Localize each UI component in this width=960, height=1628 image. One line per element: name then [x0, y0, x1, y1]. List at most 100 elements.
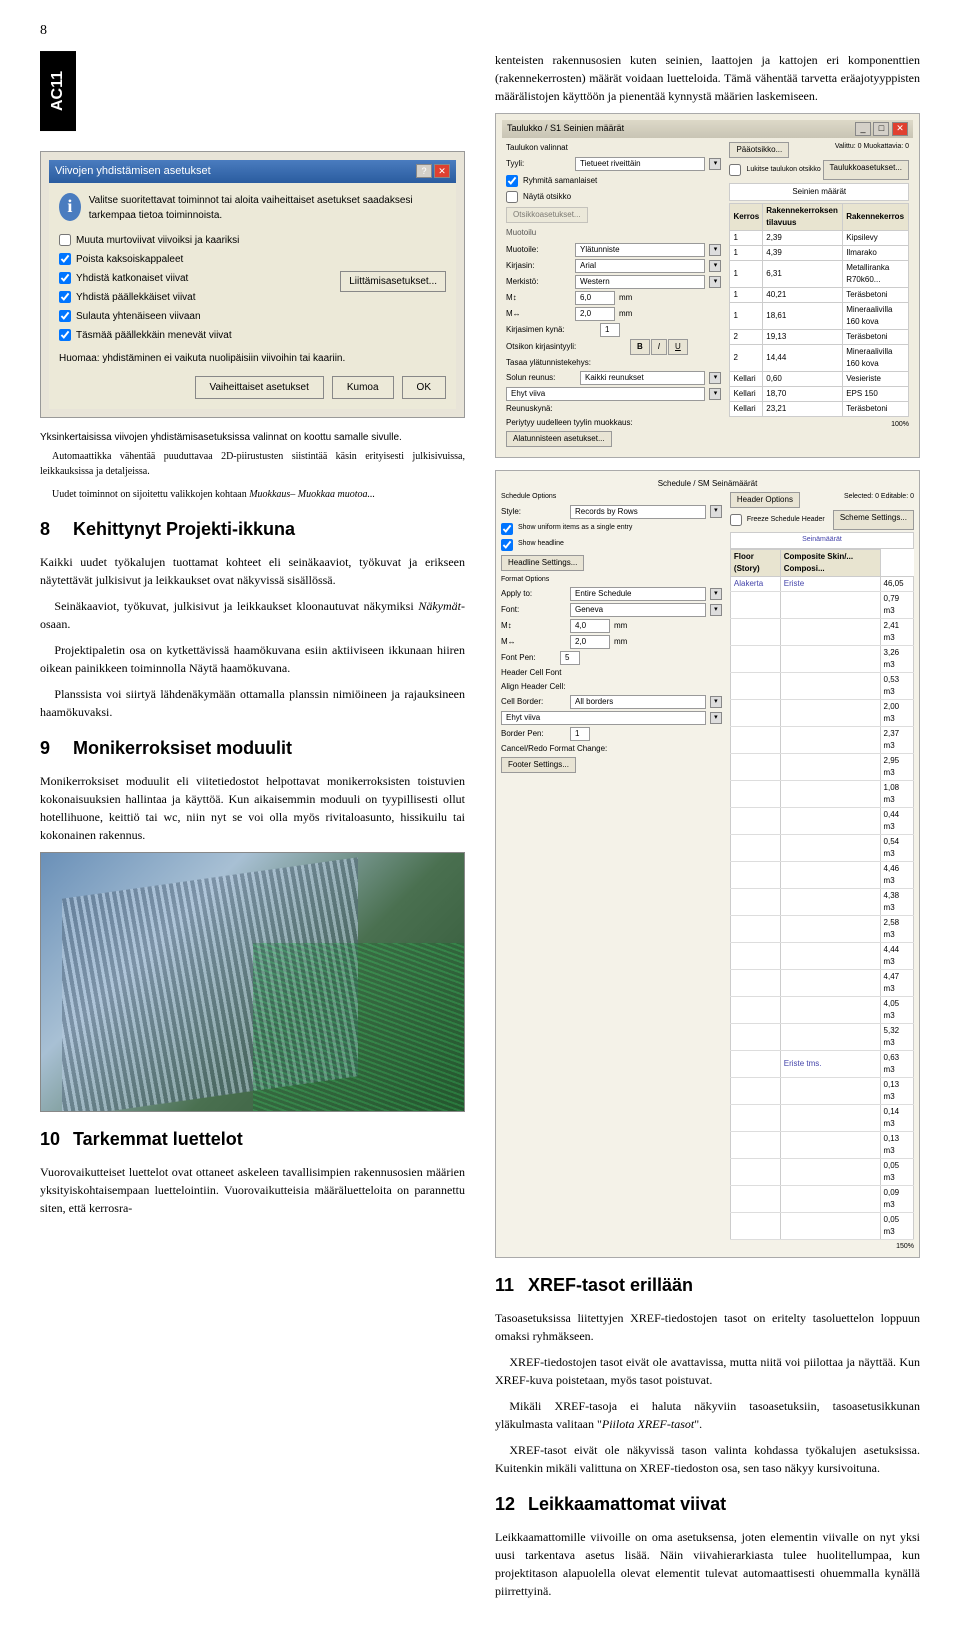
underline-button[interactable]: U: [668, 339, 688, 355]
help-icon[interactable]: ?: [416, 164, 432, 178]
schedule-table: Floor (Story)Composite Skin/... Composi.…: [730, 549, 914, 1240]
paaotsikko-button[interactable]: Pääotsikko...: [729, 142, 789, 158]
checkbox-show-headline[interactable]: [501, 539, 513, 551]
table-row: 2,37 m3: [730, 726, 913, 753]
m2-label: M↔: [501, 636, 566, 648]
chevron-down-icon[interactable]: ▾: [709, 372, 721, 385]
kirjasin-label: Kirjasin:: [506, 260, 571, 272]
scheme-settings-button[interactable]: Scheme Settings...: [833, 510, 914, 530]
body-paragraph: Mikäli XREF-tasoja ei haluta näkyviin ta…: [495, 1397, 920, 1433]
checkbox-nayta-otsikko[interactable]: [506, 191, 518, 203]
chevron-down-icon[interactable]: ▾: [710, 604, 722, 617]
checkbox-katkonaiset[interactable]: [59, 272, 71, 284]
checkbox-paallekkaiset[interactable]: [59, 291, 71, 303]
otsikko-settings-button: Otsikkoasetukset...: [506, 207, 588, 223]
font-pen-input[interactable]: 5: [560, 651, 580, 665]
headline-settings-button[interactable]: Headline Settings...: [501, 555, 584, 571]
close-icon[interactable]: ✕: [434, 164, 450, 178]
checkbox-freeze[interactable]: [730, 514, 742, 526]
maximize-icon[interactable]: □: [873, 122, 889, 136]
stepwise-button[interactable]: Vaiheittaiset asetukset: [195, 376, 324, 399]
ok-button[interactable]: OK: [402, 376, 446, 399]
col-header: Rakennekerros: [843, 204, 909, 231]
kirjasin-select[interactable]: Arial: [575, 259, 705, 273]
chevron-down-icon[interactable]: ▾: [709, 260, 721, 273]
checkbox-label: Show headline: [518, 539, 564, 550]
align-hdr-label: Align Header Cell:: [501, 681, 601, 693]
pen-input[interactable]: 1: [600, 323, 620, 337]
minimize-icon[interactable]: _: [855, 122, 871, 136]
m2-input[interactable]: 2,0: [575, 307, 615, 321]
solun-reunus-select[interactable]: Kaikki reunukset: [580, 371, 705, 385]
chevron-down-icon[interactable]: ▾: [710, 588, 722, 601]
header-options-button[interactable]: Header Options: [730, 492, 800, 508]
checkbox-ryhmita[interactable]: [506, 175, 518, 187]
apply-label: Apply to:: [501, 588, 566, 600]
alatunniste-button[interactable]: Alatunnisteen asetukset...: [506, 431, 612, 447]
m1-input[interactable]: 4,0: [570, 619, 610, 633]
style-select[interactable]: Tietueet riveittäin: [575, 157, 705, 171]
m2-label: M↔: [506, 308, 571, 320]
dialog-screenshot-1: Viivojen yhdistämisen asetukset ? ✕ i Va…: [40, 151, 465, 418]
close-icon[interactable]: ✕: [892, 122, 908, 136]
schedule-options-label: Schedule Options: [501, 492, 722, 503]
dialog-title: Viivojen yhdistämisen asetukset: [55, 163, 211, 180]
table-row: 0,13 m3: [730, 1131, 913, 1158]
border-pen-input[interactable]: 1: [570, 727, 590, 741]
font-select[interactable]: Geneva: [570, 603, 706, 617]
table-row: 2,41 m3: [730, 618, 913, 645]
section-8-heading: 8 Kehittynyt Projekti-ikkuna: [40, 516, 465, 543]
table-row: 3,26 m3: [730, 645, 913, 672]
checkbox-murtoviivat[interactable]: [59, 234, 71, 246]
italic-button[interactable]: I: [651, 339, 667, 355]
bold-button[interactable]: B: [630, 339, 650, 355]
section-number: 9: [40, 735, 68, 762]
checkbox-lukitse[interactable]: [729, 164, 741, 176]
unit-label: mm: [619, 308, 632, 320]
table-row: 0,05 m3: [730, 1212, 913, 1239]
table-row: 0,79 m3: [730, 591, 913, 618]
muotoile-select[interactable]: Ylätunniste: [575, 243, 705, 257]
checkbox-sulauta[interactable]: [59, 310, 71, 322]
table-row: 219,13Teräsbetoni: [730, 330, 909, 345]
section-tab: AC11: [40, 51, 76, 131]
merkisto-select[interactable]: Western: [575, 275, 705, 289]
unit-label: mm: [614, 620, 627, 632]
table-row: 0,53 m3: [730, 672, 913, 699]
unit-label: mm: [619, 292, 632, 304]
m1-input[interactable]: 6,0: [575, 291, 615, 305]
chevron-down-icon[interactable]: ▾: [709, 276, 721, 289]
m2-input[interactable]: 2,0: [570, 635, 610, 649]
checkbox-label: Sulauta yhtenäiseen viivaan: [76, 309, 201, 324]
table-row: 12,39Kipsilevy: [730, 231, 909, 246]
style-select[interactable]: Records by Rows: [570, 505, 706, 519]
line-select[interactable]: Ehyt viiva: [501, 711, 706, 725]
table-row: 5,32 m3: [730, 1023, 913, 1050]
taulukkoasetukset-button[interactable]: Taulukkoasetukset...: [823, 160, 909, 180]
chevron-down-icon[interactable]: ▾: [709, 388, 721, 401]
link-settings-button[interactable]: Liittämisasetukset...: [340, 271, 446, 292]
viiva-select[interactable]: Ehyt viiva: [506, 387, 705, 401]
table-row: 1,08 m3: [730, 780, 913, 807]
m1-label: M↕: [501, 620, 566, 632]
col-header: Composite Skin/... Composi...: [780, 549, 880, 576]
apply-select[interactable]: Entire Schedule: [570, 587, 706, 601]
checkbox-label: Lukitse taulukon otsikko: [746, 165, 820, 176]
cell-border-select[interactable]: All borders: [570, 695, 706, 709]
table-row: Kellari23,21Teräsbetoni: [730, 402, 909, 417]
checkbox-tasmaa[interactable]: [59, 329, 71, 341]
chevron-down-icon[interactable]: ▾: [709, 158, 721, 171]
table-row: AlakertaEriste46,05: [730, 576, 913, 591]
chevron-down-icon[interactable]: ▾: [710, 505, 722, 518]
cancel-button[interactable]: Kumoa: [332, 376, 394, 399]
chevron-down-icon[interactable]: ▾: [710, 696, 722, 709]
section-number: 12: [495, 1491, 523, 1518]
table-row: 0,14 m3: [730, 1104, 913, 1131]
chevron-down-icon[interactable]: ▾: [710, 712, 722, 725]
chevron-down-icon[interactable]: ▾: [709, 244, 721, 257]
footer-settings-button[interactable]: Footer Settings...: [501, 757, 576, 773]
checkbox-kaksoiskappaleet[interactable]: [59, 253, 71, 265]
checkbox-uniform[interactable]: [501, 523, 513, 535]
font-label: Font:: [501, 604, 566, 616]
table-row: 140,21Teräsbetoni: [730, 288, 909, 303]
